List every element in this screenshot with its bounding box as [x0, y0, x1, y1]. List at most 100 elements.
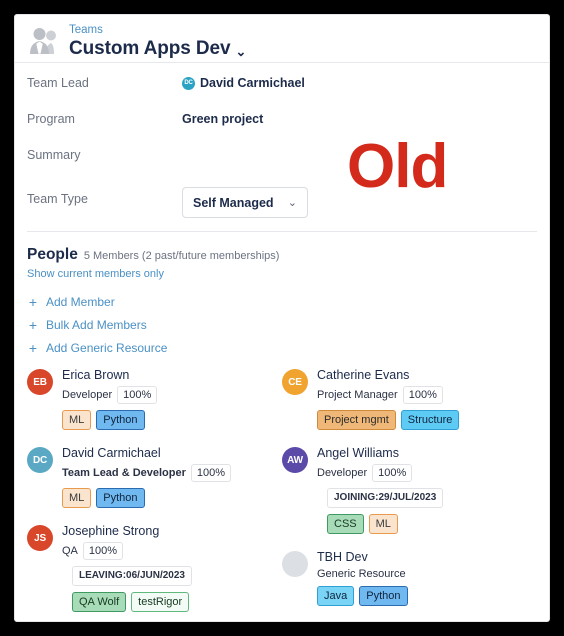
allocation-percent[interactable]: 100%: [190, 464, 232, 482]
field-team-lead: Team Lead DC David Carmichael: [27, 73, 537, 109]
team-lead-label: Team Lead: [27, 76, 89, 90]
field-program: Program Green project: [27, 109, 537, 145]
skill-tag-list: ML Python: [62, 488, 282, 508]
member-name[interactable]: Angel Williams: [317, 445, 537, 462]
member-details: Catherine Evans Project Manager 100% Projec…: [317, 367, 537, 430]
skill-tag[interactable]: Java: [317, 586, 355, 606]
member-details: Angel Williams Developer 100% JOINING:29/JU…: [317, 445, 537, 534]
skill-tag-list: ML Python: [62, 410, 282, 430]
team-lead-value[interactable]: DC David Carmichael: [182, 73, 305, 90]
panel-header: Teams Custom Apps Dev ⌄: [15, 15, 549, 63]
member-name[interactable]: Catherine Evans: [317, 367, 537, 384]
bulk-add-members-button[interactable]: + Bulk Add Members: [27, 318, 537, 332]
skill-tag[interactable]: ML: [368, 514, 398, 534]
team-lead-name: David Carmichael: [200, 76, 305, 90]
skill-tag[interactable]: Project mgmt: [317, 410, 396, 430]
title-row[interactable]: Custom Apps Dev ⌄: [69, 38, 246, 60]
member-name[interactable]: TBH Dev: [317, 549, 537, 566]
member-details: David Carmichael Team Lead & Developer 100…: [62, 445, 282, 508]
summary-label: Summary: [27, 148, 81, 162]
breadcrumb[interactable]: Teams: [69, 24, 246, 37]
skill-tag[interactable]: CSS: [327, 514, 364, 534]
avatar: DC: [27, 447, 53, 473]
member-name[interactable]: Erica Brown: [62, 367, 282, 384]
member-name[interactable]: Josephine Strong: [62, 523, 282, 540]
skill-tag[interactable]: ML: [62, 410, 92, 430]
people-group-icon: [27, 25, 61, 57]
skill-tag[interactable]: testRigor: [131, 592, 190, 612]
team-fields: Old Team Lead DC David Carmichael Progra…: [15, 63, 549, 236]
member-role: Developer: [62, 389, 113, 401]
people-title: People: [27, 246, 78, 263]
member-column-left: EB Erica Brown Developer 100% ML Python DC Davi…: [27, 367, 282, 621]
member-role: Team Lead & Developer: [62, 467, 186, 479]
member-role: Project Manager: [317, 389, 398, 401]
skill-tag[interactable]: Python: [96, 488, 145, 508]
member-card[interactable]: JS Josephine Strong QA 100% LEAVING:06/JUN/2…: [27, 523, 282, 612]
member-name[interactable]: David Carmichael: [62, 445, 282, 462]
allocation-percent[interactable]: 100%: [117, 386, 158, 404]
people-subtitle: 5 Members (2 past/future memberships): [83, 250, 280, 262]
member-card[interactable]: DC David Carmichael Team Lead & Developer 1…: [27, 445, 282, 508]
member-grid: EB Erica Brown Developer 100% ML Python DC Davi…: [15, 364, 549, 621]
member-card[interactable]: CE Catherine Evans Project Manager 100% Proj…: [282, 367, 537, 430]
allocation-percent[interactable]: 100%: [82, 542, 124, 560]
plus-icon: +: [28, 294, 38, 310]
member-card[interactable]: EB Erica Brown Developer 100% ML Python: [27, 367, 282, 430]
team-type-select[interactable]: Self Managed ⌄: [182, 187, 308, 218]
chevron-down-icon: ⌄: [287, 197, 297, 209]
skill-tag[interactable]: Python: [96, 410, 145, 430]
membership-date-badge: JOINING:29/JUL/2023: [327, 488, 444, 508]
people-header: People 5 Members (2 past/future membersh…: [27, 246, 537, 264]
avatar: CE: [282, 369, 308, 395]
skill-tag-list: Java Python: [317, 586, 537, 606]
avatar: [282, 551, 308, 577]
skill-tag[interactable]: Python: [359, 586, 408, 606]
plus-icon: +: [28, 340, 38, 356]
field-team-type: Team Type Self Managed ⌄: [27, 187, 537, 225]
team-type-label: Team Type: [27, 192, 88, 206]
member-role-row: Developer 100%: [62, 386, 282, 404]
avatar: JS: [27, 525, 53, 551]
membership-date-badge: LEAVING:06/JUN/2023: [72, 566, 192, 586]
program-value[interactable]: Green project: [182, 109, 263, 126]
people-actions: + Add Member + Bulk Add Members + Add Ge…: [27, 295, 537, 355]
member-role: Developer: [317, 467, 368, 479]
field-summary: Summary: [27, 145, 537, 181]
member-details: Josephine Strong QA 100% LEAVING:06/JUN/202…: [62, 523, 282, 612]
bulk-add-members-label: Bulk Add Members: [46, 318, 147, 332]
member-card[interactable]: AW Angel Williams Developer 100% JOINING:29/…: [282, 445, 537, 534]
member-card[interactable]: TBH Dev Generic Resource Java Python: [282, 549, 537, 606]
member-role: QA: [62, 545, 78, 557]
allocation-percent[interactable]: 100%: [402, 386, 443, 404]
skill-tag[interactable]: ML: [62, 488, 92, 508]
team-detail-panel: Teams Custom Apps Dev ⌄ Old Team Lead DC…: [14, 14, 550, 622]
skill-tag-list: QA Wolf testRigor: [72, 592, 282, 612]
add-generic-resource-label: Add Generic Resource: [46, 341, 168, 355]
skill-tag[interactable]: QA Wolf: [72, 592, 127, 612]
section-divider: [27, 231, 537, 232]
skill-tag-list: Project mgmt Structure: [317, 410, 537, 430]
add-member-button[interactable]: + Add Member: [27, 295, 537, 309]
show-current-members-link[interactable]: Show current members only: [27, 268, 164, 280]
skill-tag[interactable]: Structure: [400, 410, 460, 430]
program-label: Program: [27, 112, 75, 126]
member-role-row: Developer 100%: [317, 464, 537, 482]
member-role-row: Team Lead & Developer 100%: [62, 464, 282, 482]
skill-tag-list: CSS ML: [327, 514, 537, 534]
avatar: AW: [282, 447, 308, 473]
plus-icon: +: [28, 317, 38, 333]
page-title: Custom Apps Dev: [69, 38, 231, 59]
team-type-selected-value: Self Managed: [193, 195, 274, 210]
chevron-down-icon[interactable]: ⌄: [235, 45, 246, 58]
people-section: People 5 Members (2 past/future membersh…: [15, 236, 549, 355]
member-column-right: CE Catherine Evans Project Manager 100% Proj…: [282, 367, 537, 621]
member-details: Erica Brown Developer 100% ML Python: [62, 367, 282, 430]
member-role-row: Project Manager 100%: [317, 386, 537, 404]
add-generic-resource-button[interactable]: + Add Generic Resource: [27, 341, 537, 355]
header-text-block: Teams Custom Apps Dev ⌄: [69, 23, 246, 60]
member-role: Generic Resource: [317, 568, 406, 580]
add-member-label: Add Member: [46, 295, 115, 309]
allocation-percent[interactable]: 100%: [372, 464, 413, 482]
member-role-row: Generic Resource: [317, 568, 537, 580]
